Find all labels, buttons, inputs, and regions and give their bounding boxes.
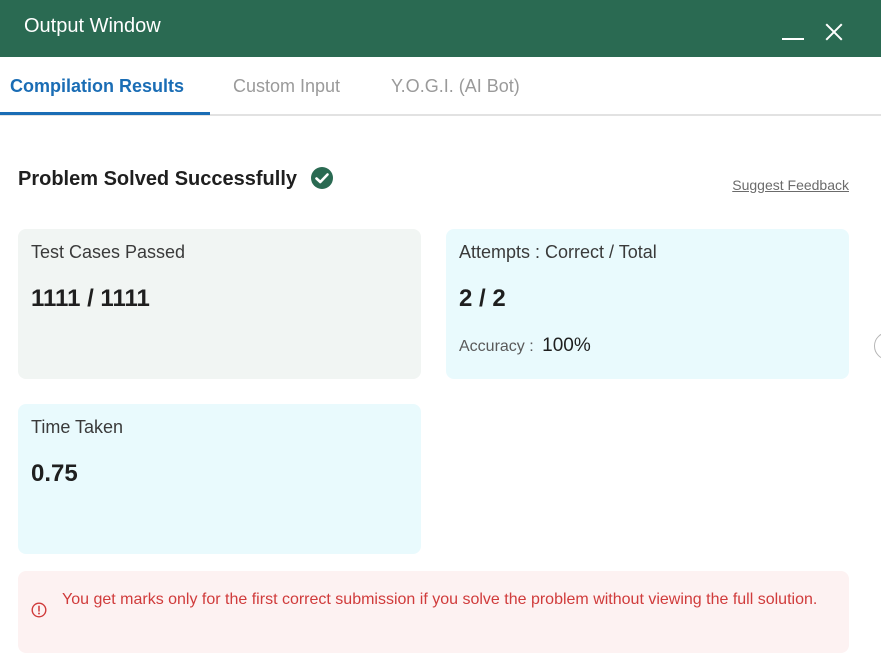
time-taken-card: Time Taken 0.75 bbox=[18, 404, 421, 554]
tab-bar: Compilation Results Custom Input Y.O.G.I… bbox=[0, 57, 881, 116]
suggest-feedback-link[interactable]: Suggest Feedback bbox=[732, 177, 849, 193]
tab-compilation-results[interactable]: Compilation Results bbox=[10, 73, 184, 99]
alert-circle-icon bbox=[31, 602, 47, 618]
attempts-card: Attempts : Correct / Total 2 / 2 Accurac… bbox=[446, 229, 849, 379]
accuracy-value: 100% bbox=[542, 335, 591, 356]
check-circle-icon bbox=[311, 167, 333, 189]
minimize-icon[interactable] bbox=[782, 38, 804, 40]
window-title: Output Window bbox=[24, 15, 161, 37]
result-status: Problem Solved Successfully bbox=[18, 168, 297, 190]
time-taken-value: 0.75 bbox=[31, 460, 78, 487]
accuracy-row: Accuracy : 100% bbox=[459, 335, 591, 357]
test-cases-label: Test Cases Passed bbox=[31, 242, 186, 262]
attempts-label: Attempts : Correct / Total bbox=[459, 242, 657, 262]
attempts-value: 2 / 2 bbox=[459, 285, 506, 312]
active-tab-indicator bbox=[0, 112, 210, 115]
side-scroll-button[interactable] bbox=[874, 332, 881, 360]
tab-yogi-ai-bot[interactable]: Y.O.G.I. (AI Bot) bbox=[391, 73, 520, 99]
time-taken-label: Time Taken bbox=[31, 417, 124, 437]
accuracy-label: Accuracy : bbox=[459, 338, 534, 355]
test-cases-value: 1111 / 1111 bbox=[31, 285, 150, 312]
output-window: Output Window Compilation Results Custom… bbox=[0, 0, 881, 658]
test-cases-card: Test Cases Passed 1111 / 1111 bbox=[18, 229, 421, 379]
title-bar: Output Window bbox=[0, 0, 881, 57]
close-icon[interactable] bbox=[820, 18, 848, 46]
notice-text: You get marks only for the first correct… bbox=[62, 591, 818, 608]
submission-notice: You get marks only for the first correct… bbox=[18, 571, 849, 653]
tab-custom-input[interactable]: Custom Input bbox=[233, 73, 340, 99]
